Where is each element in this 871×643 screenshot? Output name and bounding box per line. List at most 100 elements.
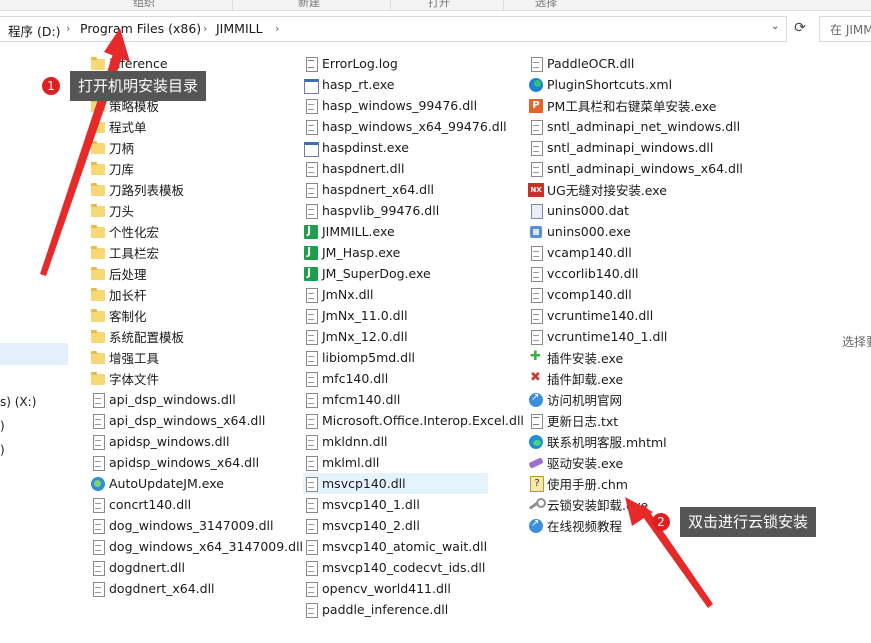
- file-item[interactable]: api_dsp_windows_x64.dll: [90, 410, 286, 431]
- file-item[interactable]: msvcp140.dll: [303, 473, 488, 494]
- folder-icon: [90, 266, 106, 282]
- file-item[interactable]: JmNx_11.0.dll: [303, 305, 488, 326]
- step-1-callout: 打开机明安装目录: [70, 71, 207, 101]
- file-item[interactable]: apidsp_windows_x64.dll: [90, 452, 286, 473]
- file-item[interactable]: haspvlib_99476.dll: [303, 200, 488, 221]
- file-item[interactable]: mfcm140.dll: [303, 389, 488, 410]
- file-item[interactable]: 驱动安装.exe: [528, 452, 738, 473]
- file-item[interactable]: sntl_adminapi_windows_x64.dll: [528, 158, 743, 179]
- file-item[interactable]: haspdnert.dll: [303, 158, 488, 179]
- file-item[interactable]: 系统配置模板: [90, 326, 286, 347]
- file-item[interactable]: msvcp140_atomic_wait.dll: [303, 536, 488, 557]
- folder-icon: [90, 350, 106, 366]
- file-item[interactable]: 刀路列表模板: [90, 179, 286, 200]
- edge-xml-icon: [528, 77, 544, 93]
- file-item[interactable]: PaddleOCR.dll: [528, 53, 738, 74]
- file-item[interactable]: hasp_windows_x64_99476.dll: [303, 116, 507, 137]
- file-item[interactable]: 联系机明客服.mhtml: [528, 431, 738, 452]
- file-item[interactable]: mfc140.dll: [303, 368, 488, 389]
- file-item[interactable]: mkldnn.dll: [303, 431, 488, 452]
- file-item[interactable]: sntl_adminapi_windows.dll: [528, 137, 738, 158]
- file-item[interactable]: mklml.dll: [303, 452, 488, 473]
- file-item[interactable]: PluginShortcuts.xml: [528, 74, 738, 95]
- file-name: inference: [109, 56, 168, 71]
- file-name: 刀柄: [109, 141, 135, 156]
- file-name: 驱动安装.exe: [547, 456, 624, 471]
- file-name: vcruntime140_1.dll: [547, 329, 668, 344]
- file-item[interactable]: AutoUpdateJM.exe: [90, 473, 286, 494]
- step-2-callout: 双击进行云锁安装: [680, 507, 817, 537]
- file-item[interactable]: unins000.exe: [528, 221, 738, 242]
- file-item[interactable]: vcamp140.dll: [528, 242, 738, 263]
- file-item[interactable]: msvcp140_codecvt_ids.dll: [303, 557, 488, 578]
- file-item[interactable]: vcruntime140.dll: [528, 305, 738, 326]
- file-item[interactable]: vcruntime140_1.dll: [528, 326, 738, 347]
- file-item[interactable]: concrt140.dll: [90, 494, 286, 515]
- file-item[interactable]: 增强工具: [90, 347, 286, 368]
- file-item[interactable]: 刀头: [90, 200, 286, 221]
- file-name: AutoUpdateJM.exe: [109, 476, 224, 491]
- file-item[interactable]: libiomp5md.dll: [303, 347, 488, 368]
- file-name: 插件卸载.exe: [547, 372, 624, 387]
- file-item[interactable]: 刀柄: [90, 137, 286, 158]
- file-name: 刀库: [109, 162, 135, 177]
- file-item[interactable]: Microsoft.Office.Interop.Excel.dll: [303, 410, 524, 431]
- file-item[interactable]: JM_Hasp.exe: [303, 242, 488, 263]
- file-item[interactable]: msvcp140_2.dll: [303, 515, 488, 536]
- file-name: JIMMILL.exe: [322, 224, 395, 239]
- file-item[interactable]: unins000.dat: [528, 200, 738, 221]
- file-item[interactable]: JIMMILL.exe: [303, 221, 488, 242]
- file-item[interactable]: 程式单: [90, 116, 286, 137]
- file-item[interactable]: hasp_rt.exe: [303, 74, 488, 95]
- file-item[interactable]: 工具栏宏: [90, 242, 286, 263]
- file-name: 系统配置模板: [109, 330, 185, 345]
- file-item[interactable]: JmNx.dll: [303, 284, 488, 305]
- file-name: msvcp140_codecvt_ids.dll: [322, 560, 486, 575]
- file-name: vccorlib140.dll: [547, 266, 639, 281]
- file-item[interactable]: 加长杆: [90, 284, 286, 305]
- dll-file-icon: [303, 392, 319, 408]
- file-item[interactable]: dogdnert.dll: [90, 557, 286, 578]
- file-name: api_dsp_windows.dll: [109, 392, 236, 407]
- file-item[interactable]: 个性化宏: [90, 221, 286, 242]
- file-item[interactable]: 访问机明官网: [528, 389, 738, 410]
- file-item[interactable]: PM工具栏和右键菜单安装.exe: [528, 95, 738, 116]
- file-item[interactable]: 刀库: [90, 158, 286, 179]
- file-name: Microsoft.Office.Interop.Excel.dll: [322, 413, 524, 428]
- file-name: 个性化宏: [109, 225, 160, 240]
- file-item[interactable]: JmNx_12.0.dll: [303, 326, 488, 347]
- file-item[interactable]: hasp_windows_99476.dll: [303, 95, 488, 116]
- file-item[interactable]: JM_SuperDog.exe: [303, 263, 488, 284]
- file-item[interactable]: 插件卸载.exe: [528, 368, 738, 389]
- file-item[interactable]: paddle_inference.dll: [303, 599, 488, 620]
- file-name: hasp_rt.exe: [322, 77, 395, 92]
- file-item[interactable]: haspdnert_x64.dll: [303, 179, 488, 200]
- file-item[interactable]: ErrorLog.log: [303, 53, 488, 74]
- file-item[interactable]: msvcp140_1.dll: [303, 494, 488, 515]
- file-name: vcruntime140.dll: [547, 308, 654, 323]
- file-name: msvcp140.dll: [322, 476, 406, 491]
- file-name: hasp_windows_x64_99476.dll: [322, 119, 507, 134]
- file-name: opencv_world411.dll: [322, 581, 451, 596]
- file-name: PM工具栏和右键菜单安装.exe: [547, 99, 717, 114]
- file-item[interactable]: apidsp_windows.dll: [90, 431, 286, 452]
- file-item[interactable]: 更新日志.txt: [528, 410, 738, 431]
- folder-icon: [90, 224, 106, 240]
- file-item[interactable]: sntl_adminapi_net_windows.dll: [528, 116, 740, 137]
- file-item[interactable]: vcomp140.dll: [528, 284, 738, 305]
- file-item[interactable]: UG无缝对接安装.exe: [528, 179, 738, 200]
- file-item[interactable]: 后处理: [90, 263, 286, 284]
- file-item[interactable]: 使用手册.chm: [528, 473, 738, 494]
- file-item[interactable]: api_dsp_windows.dll: [90, 389, 286, 410]
- file-item[interactable]: opencv_world411.dll: [303, 578, 488, 599]
- file-name: mkldnn.dll: [322, 434, 388, 449]
- file-item[interactable]: dog_windows_3147009.dll: [90, 515, 286, 536]
- file-item[interactable]: 字体文件: [90, 368, 286, 389]
- file-item[interactable]: 客制化: [90, 305, 286, 326]
- file-item[interactable]: vccorlib140.dll: [528, 263, 738, 284]
- dll-file-icon: [90, 539, 106, 555]
- file-item[interactable]: haspdinst.exe: [303, 137, 488, 158]
- file-item[interactable]: dog_windows_x64_3147009.dll: [90, 536, 303, 557]
- file-item[interactable]: dogdnert_x64.dll: [90, 578, 286, 599]
- file-item[interactable]: 插件安装.exe: [528, 347, 738, 368]
